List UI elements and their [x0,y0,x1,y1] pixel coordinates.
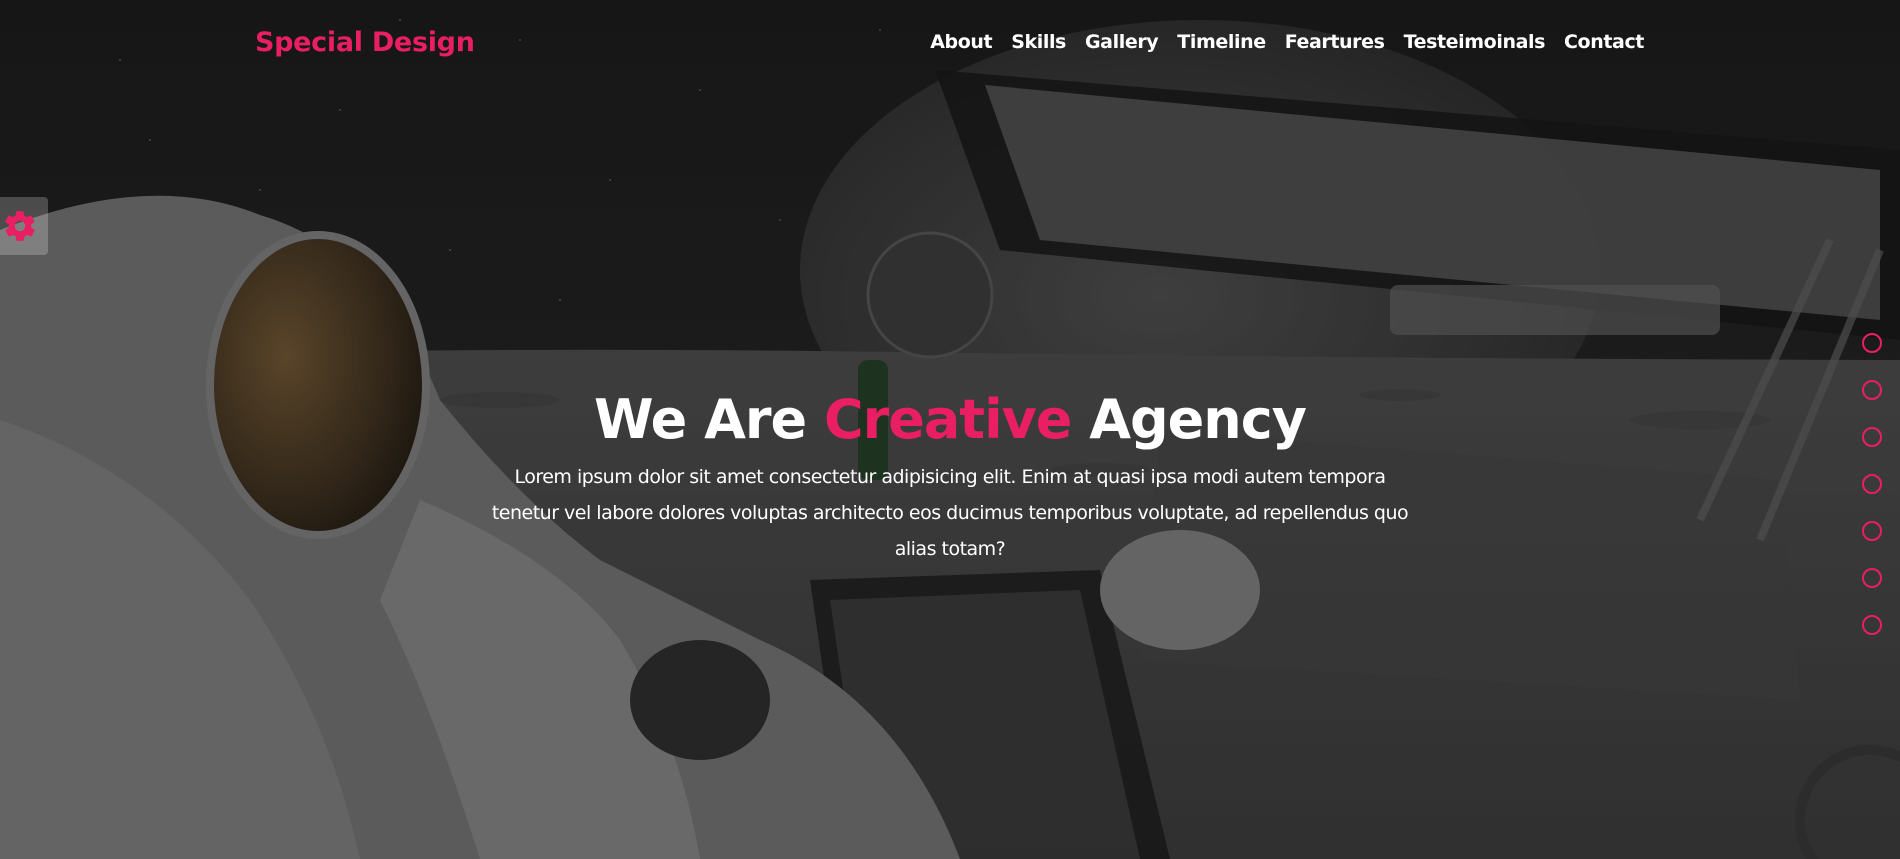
hero-title-suffix: Agency [1089,388,1307,451]
nav-bullet-contact[interactable] [1862,615,1882,635]
nav-link-skills[interactable]: Skills [1011,31,1066,53]
nav-bullet-about[interactable] [1862,333,1882,353]
nav-bullet-gallery[interactable] [1862,427,1882,447]
nav-bullet-skills[interactable] [1862,380,1882,400]
hero-title: We Are Creative Agency [480,390,1420,449]
nav-bullet-testimonials[interactable] [1862,568,1882,588]
gear-icon [5,211,35,241]
nav-bullet-features[interactable] [1862,521,1882,541]
hero-description: Lorem ipsum dolor sit amet consectetur a… [491,466,1409,561]
nav-link-timeline[interactable]: Timeline [1177,31,1266,53]
nav-link-testimonials[interactable]: Testeimoinals [1404,31,1546,53]
intro-section: We Are Creative Agency Lorem ipsum dolor… [480,390,1420,567]
nav-bullet-timeline[interactable] [1862,474,1882,494]
nav-link-gallery[interactable]: Gallery [1085,31,1159,53]
landing-hero: Special Design About Skills Gallery Time… [0,0,1900,859]
nav-link-about[interactable]: About [930,31,992,53]
nav-bullets [1862,333,1882,635]
hero-title-prefix: We Are [594,388,807,451]
hero-title-accent: Creative [823,388,1072,451]
nav-link-features[interactable]: Feartures [1285,31,1385,53]
settings-toggle-button[interactable] [0,197,48,255]
site-logo[interactable]: Special Design [255,27,475,58]
nav-link-contact[interactable]: Contact [1564,31,1644,53]
main-nav: About Skills Gallery Timeline Feartures … [930,31,1644,53]
